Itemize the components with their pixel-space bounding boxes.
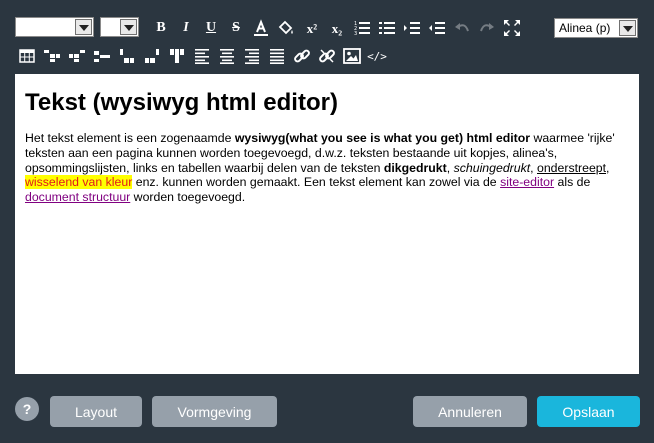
code-icon: </> [367, 49, 387, 63]
font-size-select[interactable] [100, 17, 139, 37]
align-justify-icon [270, 49, 284, 64]
bold-button[interactable]: B [151, 18, 171, 38]
column-after-icon [145, 49, 159, 63]
chevron-down-icon [75, 19, 92, 35]
unlink-icon [319, 49, 335, 63]
insert-row-before-button[interactable] [42, 46, 62, 66]
cancel-button-label: Annuleren [438, 403, 502, 420]
chevron-down-icon [120, 19, 137, 35]
editor-heading: Tekst (wysiwyg html editor) [25, 89, 338, 116]
vormgeving-button[interactable]: Vormgeving [152, 396, 277, 427]
strikethrough-button[interactable]: S [226, 18, 246, 38]
superscript-icon: x² [306, 20, 318, 36]
delete-row-icon [94, 51, 110, 62]
table-icon [19, 49, 35, 63]
align-left-icon [195, 49, 209, 64]
background-color-button[interactable] [276, 18, 296, 38]
outdent-icon [429, 22, 445, 34]
align-right-icon [245, 49, 259, 64]
bullet-list-button[interactable] [377, 18, 397, 38]
subscript-button[interactable]: x₂ [327, 18, 347, 38]
vormgeving-button-label: Vormgeving [177, 403, 252, 420]
redo-icon [480, 23, 494, 32]
editor-content-area[interactable]: Tekst (wysiwyg html editor) Het tekst el… [15, 74, 639, 374]
layout-button[interactable]: Layout [50, 396, 142, 427]
indent-button[interactable] [402, 18, 422, 38]
delete-column-button[interactable] [167, 46, 187, 66]
align-center-icon [220, 49, 234, 64]
paint-bucket-icon [278, 20, 293, 35]
help-icon: ? [22, 401, 32, 417]
delete-column-icon [170, 49, 184, 63]
ordered-list-icon: 1 2 3 [354, 21, 370, 37]
remove-link-button[interactable] [317, 46, 337, 66]
delete-row-button[interactable] [92, 46, 112, 66]
svg-text:3: 3 [354, 31, 357, 37]
paragraph-format-select[interactable]: Alinea (p) [554, 18, 638, 38]
outdent-button[interactable] [427, 18, 447, 38]
redo-button[interactable] [477, 18, 497, 38]
cancel-button[interactable]: Annuleren [413, 396, 527, 427]
font-family-select[interactable] [15, 17, 94, 37]
column-before-icon [120, 49, 134, 63]
align-justify-button[interactable] [267, 46, 287, 66]
paragraph-format-value: Alinea (p) [559, 21, 611, 35]
align-center-button[interactable] [217, 46, 237, 66]
align-left-button[interactable] [192, 46, 212, 66]
strikethrough-icon: S [232, 20, 240, 35]
underline-button[interactable]: U [201, 18, 221, 38]
editor-paragraph: Het tekst element is een zogenaamde wysi… [25, 131, 615, 205]
italic-button[interactable]: I [176, 18, 196, 38]
insert-table-button[interactable] [17, 46, 37, 66]
fullscreen-icon [504, 20, 520, 36]
align-right-button[interactable] [242, 46, 262, 66]
document-structuur-link[interactable]: document structuur [25, 190, 130, 204]
text-color-icon [254, 19, 268, 36]
insert-column-before-button[interactable] [117, 46, 137, 66]
italic-icon: I [183, 20, 189, 35]
save-button-label: Opslaan [562, 403, 615, 420]
layout-button-label: Layout [74, 403, 118, 420]
link-icon [294, 49, 310, 63]
insert-row-after-button[interactable] [67, 46, 87, 66]
source-code-button[interactable]: </> [367, 46, 387, 66]
insert-image-button[interactable] [342, 46, 362, 66]
site-editor-link[interactable]: site-editor [500, 175, 554, 189]
subscript-icon: x₂ [331, 20, 343, 36]
undo-button[interactable] [452, 18, 472, 38]
ordered-list-button[interactable]: 1 2 3 [352, 18, 372, 38]
fullscreen-button[interactable] [502, 18, 522, 38]
row-before-icon [44, 50, 60, 62]
save-button[interactable]: Opslaan [537, 396, 640, 427]
text-color-button[interactable] [251, 18, 271, 38]
underline-icon: U [205, 20, 217, 35]
help-button[interactable]: ? [15, 397, 39, 421]
chevron-down-icon [619, 20, 636, 36]
superscript-button[interactable]: x² [302, 18, 322, 38]
bold-icon: B [156, 20, 166, 35]
insert-column-after-button[interactable] [142, 46, 162, 66]
image-icon [343, 48, 361, 64]
undo-icon [455, 23, 469, 32]
bullet-list-icon [379, 22, 395, 34]
indent-icon [404, 22, 420, 34]
row-after-icon [69, 50, 85, 62]
insert-link-button[interactable] [292, 46, 312, 66]
